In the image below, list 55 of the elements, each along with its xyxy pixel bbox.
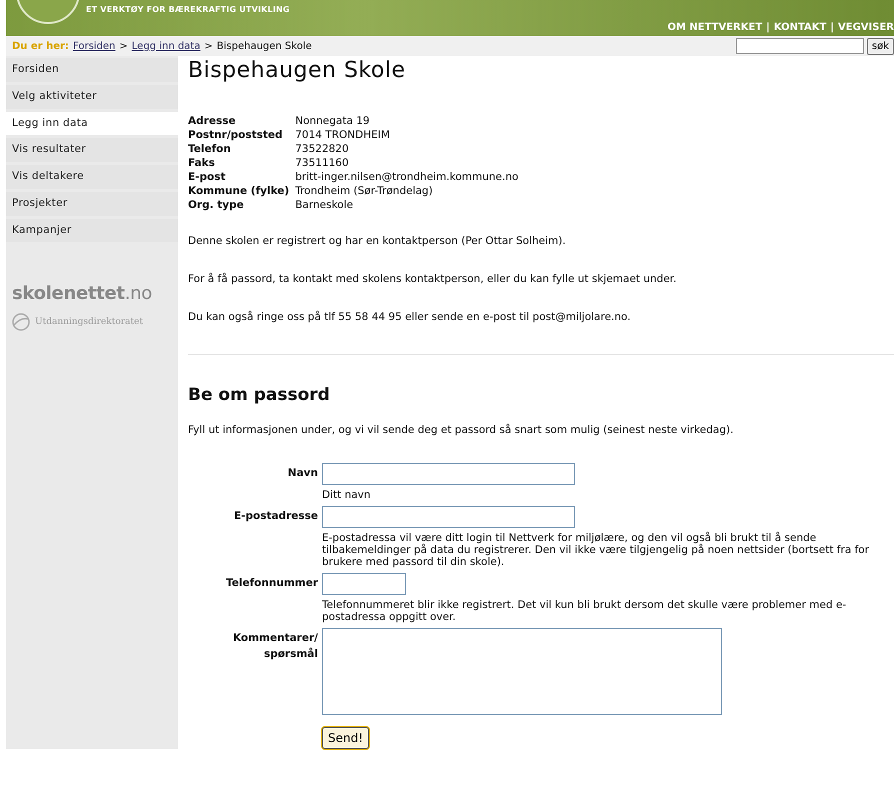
detail-label: Adresse — [188, 115, 236, 128]
tagline: ET VERKTØY FOR BÆREKRAFTIG UTVIKLING — [86, 4, 290, 16]
search-field[interactable] — [736, 38, 864, 54]
breadcrumb-link[interactable]: Legg inn data — [132, 38, 200, 54]
skolenettet-logo: skolenettet.no — [11, 282, 153, 306]
detail-value: Barneskole — [295, 199, 354, 212]
detail-value: 73522820 — [295, 143, 349, 156]
field-label: Kommentarer/ spørsmål — [232, 630, 318, 662]
paragraph: Denne skolen er registrert og har en kontaktperson (Per Ottar Solheim). — [188, 234, 567, 250]
field-label: E-postadresse — [234, 508, 318, 524]
field-label: Telefonnummer — [226, 576, 318, 591]
sidebar-item[interactable]: Legg inn data — [6, 112, 178, 136]
help-text: Ditt navn — [322, 488, 371, 501]
link-separator: | — [830, 22, 834, 33]
breadcrumb-separator: > — [204, 40, 213, 54]
section-title: Be om passord — [188, 384, 331, 406]
detail-value: Trondheim (Sør-Trøndelag) — [295, 185, 433, 198]
help-text: Telefonnummeret blir ikke registrert. Det vil kun bli brukt dersom det skulle være problemer med e-postadressa oppgitt over. — [322, 598, 846, 623]
comment-field[interactable] — [322, 628, 722, 715]
send-button[interactable]: Send! — [322, 726, 370, 749]
breadcrumb-link[interactable]: Forsiden — [72, 38, 116, 54]
search-button[interactable]: søk — [866, 38, 894, 54]
breadcrumb-label: Du er her: — [12, 40, 69, 54]
sidebar-item[interactable]: Forsiden — [6, 58, 178, 82]
detail-value: britt-inger.nilsen@trondheim.kommune.no — [295, 171, 518, 184]
detail-value: 7014 TRONDHEIM — [295, 129, 390, 142]
breadcrumb-current: Bispehaugen Skole — [216, 40, 312, 54]
top-nav-link[interactable]: VEGVISER — [838, 22, 894, 33]
page-title: Bispehaugen Skole — [188, 58, 406, 84]
detail-value: 73511160 — [295, 157, 349, 170]
paragraph: Du kan også ringe oss på tlf 55 58 44 95 eller sende en e-post til post@miljolare.no. — [188, 310, 632, 325]
help-text: E-postadressa vil være ditt login til Nettverk for miljølære, og den vil også bli brukt til å sende tilbakemeldinger på data du registrerer. Den vil ikke være tilgjengelig på noen nettsider (bortsett fra for brukere med passord til din skole). — [322, 532, 870, 568]
input-field[interactable] — [322, 572, 406, 595]
detail-label: Faks — [188, 157, 215, 170]
detail-label: Org. type — [188, 199, 244, 212]
sidebar-item[interactable]: Kampanjer — [6, 218, 178, 242]
detail-label: Kommune (fylke) — [188, 185, 290, 198]
logo-subtitle: Utdanningsdirektoratet — [35, 316, 143, 328]
detail-value: Nonnegata 19 — [295, 115, 370, 128]
input-field[interactable] — [322, 462, 575, 485]
detail-label: Postnr/poststed — [188, 129, 283, 142]
input-field[interactable] — [322, 506, 575, 528]
breadcrumb-separator: > — [119, 40, 128, 54]
sidebar-item[interactable]: Prosjekter — [6, 192, 178, 216]
top-nav-link[interactable]: KONTAKT — [774, 22, 826, 33]
field-label: Navn — [288, 466, 318, 481]
detail-label: E-post — [188, 171, 226, 184]
sidebar-item[interactable]: Vis deltakere — [6, 165, 178, 189]
intro-text: Fyll ut informasjonen under, og vi vil sende deg et passord så snart som mulig (seinest neste virkedag). — [188, 423, 734, 438]
link-separator: | — [766, 22, 770, 33]
globe-icon — [12, 313, 30, 332]
detail-label: Telefon — [188, 143, 231, 156]
sidebar-item[interactable]: Vis resultater — [6, 138, 178, 162]
sidebar-item[interactable]: Velg aktiviteter — [6, 84, 178, 108]
paragraph: For å få passord, ta kontakt med skolens kontaktperson, eller du kan fylle ut skjemaet under. — [188, 272, 678, 288]
